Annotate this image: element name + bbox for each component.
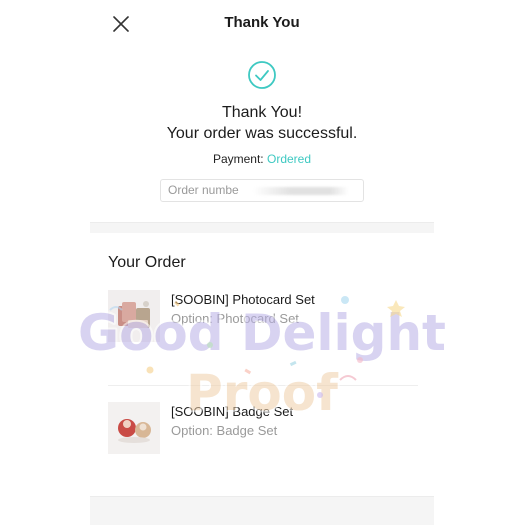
order-number-box[interactable]: Order numbe [160,179,364,202]
bottom-divider [90,496,434,525]
success-message: Thank You! Your order was successful. [90,102,434,144]
item-option: Option: Photocard Set [171,311,299,326]
order-successful-text: Your order was successful. [166,125,358,142]
thank-you-text: Thank You! [221,104,303,121]
check-circle-icon [247,60,277,90]
badge-set-thumbnail [108,402,160,454]
your-order-heading: Your Order [108,254,186,271]
order-number-label: Order numbe [168,183,239,197]
item-name: [SOOBIN] Badge Set [171,404,294,419]
item-option: Option: Badge Set [171,423,278,438]
order-item[interactable]: [SOOBIN] Photocard Set Option: Photocard… [108,290,434,350]
page-title: Thank You [224,14,300,31]
item-divider [108,385,418,386]
payment-status: Payment: Ordered [90,152,434,166]
photocard-thumbnail [108,290,160,342]
order-item[interactable]: [SOOBIN] Badge Set Option: Badge Set [108,402,434,462]
redacted-order-number [252,186,349,195]
item-name: [SOOBIN] Photocard Set [171,292,315,307]
section-divider [90,222,434,233]
order-confirmation-screen: Thank You Thank You! Your order was succ… [90,0,434,525]
payment-status-value: Ordered [267,152,312,166]
payment-label: Payment: [212,152,264,166]
